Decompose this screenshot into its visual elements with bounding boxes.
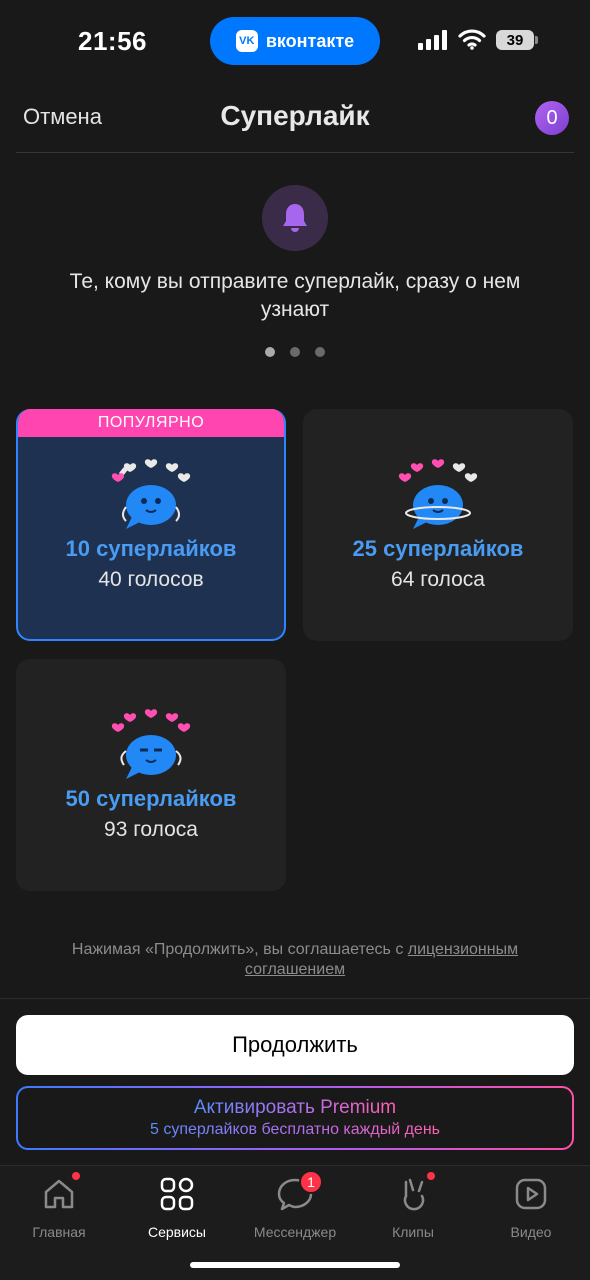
notification-dot <box>72 1172 80 1180</box>
carousel-dots[interactable] <box>0 347 590 357</box>
status-time: 21:56 <box>78 26 147 56</box>
navigation-header: Отмена Суперлайк 0 <box>0 92 590 144</box>
signal-icon <box>418 30 447 50</box>
video-icon <box>515 1178 547 1210</box>
tab-label: Сервисы <box>147 1224 206 1240</box>
superlike-sticker-icon <box>303 457 573 533</box>
continue-button[interactable]: Продолжить <box>16 1015 574 1075</box>
wifi-icon <box>458 29 486 50</box>
activate-premium-button[interactable]: Активировать Premium 5 суперлайков беспл… <box>16 1086 574 1150</box>
home-indicator[interactable] <box>190 1262 400 1268</box>
tab-label: Главная <box>32 1224 86 1240</box>
tab-services[interactable]: Сервисы <box>118 1174 236 1244</box>
carousel-dot[interactable] <box>265 347 275 357</box>
app-pill[interactable]: VK вконтакте <box>210 17 380 65</box>
battery-level: 39 <box>496 30 534 50</box>
pack-title: 10 суперлайков <box>65 536 237 561</box>
footer-divider <box>0 998 590 999</box>
pack-price: 64 голоса <box>391 568 485 591</box>
popular-badge: ПОПУЛЯРНО <box>18 409 284 437</box>
tab-label: Видео <box>510 1224 552 1240</box>
tab-messenger[interactable]: 1 Мессенджер <box>236 1170 354 1244</box>
pack-title: 25 суперлайков <box>352 536 524 561</box>
pack-card-50[interactable]: 50 суперлайков 93 голоса <box>16 659 286 891</box>
pack-price: 93 голоса <box>104 818 198 841</box>
notification-dot <box>427 1172 435 1180</box>
tab-home[interactable]: Главная <box>0 1172 118 1244</box>
pack-title: 50 суперлайков <box>65 786 237 811</box>
pack-card-25[interactable]: 25 суперлайков 64 голоса <box>303 409 573 641</box>
carousel-dot[interactable] <box>290 347 300 357</box>
tab-label: Клипы <box>392 1224 434 1240</box>
tab-label: Мессенджер <box>253 1224 337 1240</box>
clips-icon <box>403 1178 425 1211</box>
legal-text: Нажимая «Продолжить», вы соглашаетесь с <box>71 941 408 958</box>
premium-title: Активировать Premium <box>193 1097 397 1118</box>
superlike-sticker-icon <box>18 457 284 533</box>
carousel-dot[interactable] <box>315 347 325 357</box>
premium-subtitle: 5 суперлайков бесплатно каждый день <box>150 1121 440 1138</box>
status-bar: 21:56 VK вконтакте 39 <box>0 0 590 80</box>
tab-clips[interactable]: Клипы <box>354 1172 472 1244</box>
app-pill-label: вконтакте <box>265 30 355 51</box>
superlike-counter-badge[interactable]: 0 <box>535 101 569 135</box>
vk-logo-icon: VK <box>235 30 258 52</box>
bell-icon <box>283 204 307 232</box>
promo-icon-circle <box>262 185 328 251</box>
promo-text: Те, кому вы отправите суперлайк, сразу о… <box>69 270 521 321</box>
battery-icon: 39 <box>496 30 538 50</box>
page-title: Суперлайк <box>220 100 370 131</box>
unread-badge: 1 <box>299 1170 323 1194</box>
pack-card-10[interactable]: ПОПУЛЯРНО 10 суперлайков 40 голосов <box>16 409 286 641</box>
pack-price: 40 голосов <box>98 568 204 591</box>
header-divider <box>16 152 574 153</box>
superlike-sticker-icon <box>16 707 286 783</box>
tab-video[interactable]: Видео <box>472 1174 590 1244</box>
services-icon <box>160 1177 194 1211</box>
legal-notice: Нажимая «Продолжить», вы соглашаетесь с … <box>30 940 560 980</box>
home-icon <box>44 1179 74 1209</box>
